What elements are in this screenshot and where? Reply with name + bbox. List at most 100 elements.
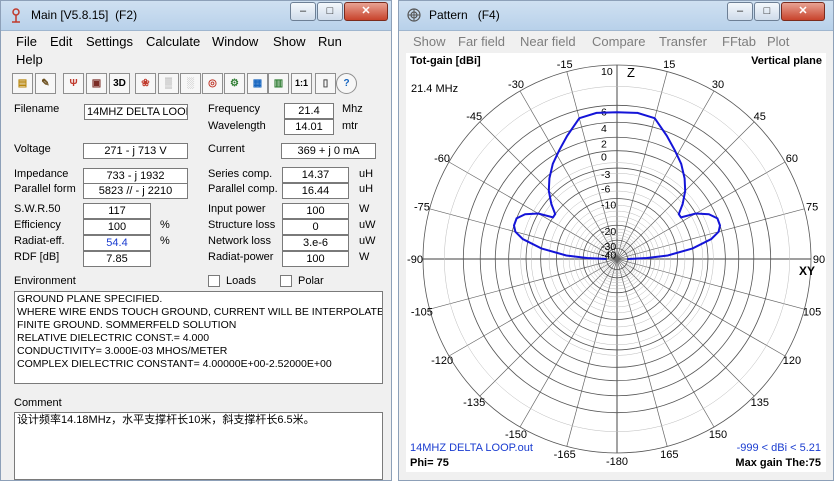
main-maximize-button[interactable]: □ — [317, 2, 343, 21]
book-icon: ▯ — [322, 78, 329, 89]
angle-label: -180 — [606, 456, 628, 468]
open-folder-button[interactable]: ▤ — [12, 73, 33, 94]
ring-label: 2 — [601, 138, 607, 150]
table-button[interactable]: ▥ — [268, 73, 289, 94]
radial-grid-line — [429, 258, 618, 310]
polar-checkbox[interactable] — [280, 275, 292, 287]
menu-calculate[interactable]: Calculate — [146, 34, 200, 49]
pattern-window-icon — [407, 8, 421, 22]
help-button[interactable]: ? — [336, 73, 357, 94]
pencil-icon: ✎ — [41, 78, 50, 89]
series-comp-field[interactable]: 14.37 — [282, 167, 349, 183]
network-loss-field[interactable]: 3.e-6 — [282, 235, 349, 251]
scale-button[interactable]: 1:1 — [291, 73, 312, 94]
main-title-text: Main [V5.8.15] — [31, 8, 109, 22]
menu-transfer[interactable]: Transfer — [659, 34, 707, 49]
menu-run[interactable]: Run — [318, 34, 342, 49]
series-comp-label: Series comp. — [208, 168, 273, 180]
menu-fftab[interactable]: FFtab — [722, 34, 756, 49]
optimize-button[interactable]: ⚙ — [224, 73, 245, 94]
radiat-power-field[interactable]: 100 — [282, 251, 349, 267]
radiat-eff-field[interactable]: 54.4 — [83, 235, 151, 251]
input-power-field[interactable]: 100 — [282, 203, 349, 219]
optimize-icon: ⚙ — [230, 78, 239, 89]
main-close-button[interactable]: ✕ — [344, 2, 388, 21]
main-shortcut-text: (F2) — [115, 8, 138, 22]
pattern-close-button[interactable]: ✕ — [781, 2, 825, 21]
calculator-icon: ▦ — [252, 78, 263, 89]
menu-file[interactable]: File — [16, 34, 37, 49]
frequency-field[interactable]: 21.4 — [284, 103, 334, 119]
environment-textbox[interactable]: GROUND PLANE SPECIFIED. WHERE WIRE ENDS … — [14, 291, 383, 384]
angle-label: 165 — [660, 449, 678, 461]
environment-line: FINITE GROUND. SOMMERFELD SOLUTION — [17, 319, 237, 331]
radial-grid-line — [448, 258, 618, 357]
structure-loss-field[interactable]: 0 — [282, 219, 349, 235]
menu-pattern-show[interactable]: Show — [413, 34, 446, 49]
angle-label: -120 — [431, 355, 453, 367]
radial-grid-line — [616, 90, 715, 260]
menu-far-field[interactable]: Far field — [458, 34, 505, 49]
loads-checkbox[interactable] — [208, 275, 220, 287]
main-minimize-button[interactable]: – — [290, 2, 316, 21]
main-titlebar[interactable]: Main [V5.8.15] (F2) – □ ✕ — [1, 1, 391, 31]
pattern-titlebar[interactable]: Pattern (F4) – □ ✕ — [399, 1, 833, 31]
xy-axis-label: XY — [799, 264, 815, 278]
series-comp-unit: uH — [359, 168, 374, 180]
parallel-comp-field[interactable]: 16.44 — [282, 183, 349, 199]
radiat-power-label: Radiat-power — [208, 251, 274, 263]
ring-label: -10 — [601, 200, 616, 212]
mesh-icon: ░ — [186, 78, 195, 89]
radial-grid-line — [479, 258, 618, 397]
menu-window[interactable]: Window — [212, 34, 258, 49]
swr-field[interactable]: 117 — [83, 203, 151, 219]
input-power-label: Input power — [208, 203, 266, 215]
efficiency-field[interactable]: 100 — [83, 219, 151, 235]
pattern-shortcut-text: (F4) — [477, 8, 500, 22]
wavelength-field[interactable]: 14.01 — [284, 119, 334, 135]
menu-near-field[interactable]: Near field — [520, 34, 576, 49]
polar-chart: 106420-3-6-10-20-30-40-15-30-45-60-75-90… — [407, 59, 825, 468]
menu-plot[interactable]: Plot — [767, 34, 789, 49]
angle-label: -45 — [466, 111, 482, 123]
angle-label: 75 — [806, 202, 818, 214]
view-3d-button[interactable]: 3D — [109, 73, 130, 94]
edit-button[interactable]: ✎ — [35, 73, 56, 94]
rdf-field[interactable]: 7.85 — [83, 251, 151, 267]
cube-view-button[interactable]: ▣ — [86, 73, 107, 94]
pattern-title-text: Pattern — [429, 8, 468, 22]
pattern-maximize-button[interactable]: □ — [754, 2, 780, 21]
antenna-icon — [12, 8, 20, 23]
table-icon: ▥ — [273, 78, 284, 89]
pattern-plot-area[interactable]: 10 6 4 2 0 -3 -6 -10 -20 -30 -40 -15 -30 -45 -60 -75 -90… — [406, 53, 826, 472]
current-field[interactable]: 369 + j 0 mA — [281, 143, 376, 159]
antenna-button[interactable]: Ψ — [63, 73, 84, 94]
filename-field[interactable]: 14MHZ DELTA LOOP — [84, 104, 188, 120]
parallel-form-label: Parallel form — [14, 183, 76, 195]
comment-textbox[interactable]: 设计频率14.18MHz，水平支撑杆长10米，斜支撑杆长6.5米。 — [14, 412, 383, 480]
parallel-form-field[interactable]: 5823 // - j 2210 — [83, 183, 188, 199]
environment-line: COMPLEX DIELECTRIC CONSTANT= 4.00000E+00… — [17, 358, 332, 370]
menu-edit[interactable]: Edit — [50, 34, 72, 49]
radial-grid-line — [566, 258, 618, 447]
mesh-button[interactable]: ░ — [180, 73, 201, 94]
ring-label: -20 — [601, 226, 616, 238]
angle-label: 105 — [803, 306, 821, 318]
menu-compare[interactable]: Compare — [592, 34, 645, 49]
menu-show[interactable]: Show — [273, 34, 306, 49]
ring-label: 0 — [601, 152, 607, 164]
impedance-field[interactable]: 733 - j 1932 — [83, 168, 188, 184]
wavelength-unit: mtr — [342, 120, 358, 132]
calculator-button[interactable]: ▦ — [247, 73, 268, 94]
pattern-button[interactable]: ❀ — [135, 73, 156, 94]
network-loss-label: Network loss — [208, 235, 271, 247]
menu-settings[interactable]: Settings — [86, 34, 133, 49]
ring-label: 10 — [601, 66, 613, 78]
pattern-minimize-button[interactable]: – — [727, 2, 753, 21]
book-button[interactable]: ▯ — [315, 73, 336, 94]
menu-help[interactable]: Help — [16, 52, 43, 67]
voltage-field[interactable]: 271 - j 713 V — [83, 143, 188, 159]
target-button[interactable]: ◎ — [202, 73, 223, 94]
angle-label: 15 — [663, 59, 675, 71]
grid-button[interactable]: ▒ — [158, 73, 179, 94]
